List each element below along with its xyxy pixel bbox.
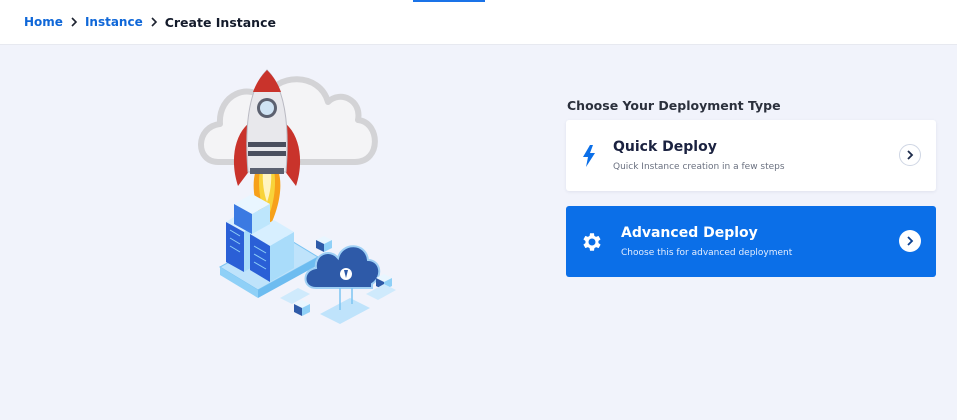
advanced-deploy-description: Choose this for advanced deployment xyxy=(621,248,793,258)
quick-deploy-arrow-button[interactable] xyxy=(899,144,921,166)
breadcrumb-current: Create Instance xyxy=(164,14,276,30)
quick-deploy-title: Quick Deploy xyxy=(613,139,717,155)
breadcrumb-instance-link[interactable]: Instance xyxy=(85,15,143,29)
advanced-deploy-title: Advanced Deploy xyxy=(621,225,758,241)
advanced-deploy-card[interactable]: Advanced Deploy Choose this for advanced… xyxy=(566,206,936,277)
quick-deploy-description: Quick Instance creation in a few steps xyxy=(613,162,785,172)
gear-icon xyxy=(580,230,602,254)
rocket-cloud-server-illustration xyxy=(190,62,410,332)
lightning-icon xyxy=(580,144,602,168)
chevron-right-icon xyxy=(907,236,914,246)
quick-deploy-card[interactable]: Quick Deploy Quick Instance creation in … xyxy=(566,120,936,191)
chevron-right-icon xyxy=(143,14,165,30)
breadcrumb-home-link[interactable]: Home xyxy=(24,15,63,29)
deployment-type-heading: Choose Your Deployment Type xyxy=(567,98,781,113)
advanced-deploy-arrow-button[interactable] xyxy=(899,230,921,252)
top-bar: Home Instance Create Instance xyxy=(0,0,957,45)
chevron-right-icon xyxy=(907,150,914,160)
active-tab-indicator xyxy=(413,0,485,2)
breadcrumb: Home Instance Create Instance xyxy=(24,14,276,30)
chevron-right-icon xyxy=(63,14,85,30)
